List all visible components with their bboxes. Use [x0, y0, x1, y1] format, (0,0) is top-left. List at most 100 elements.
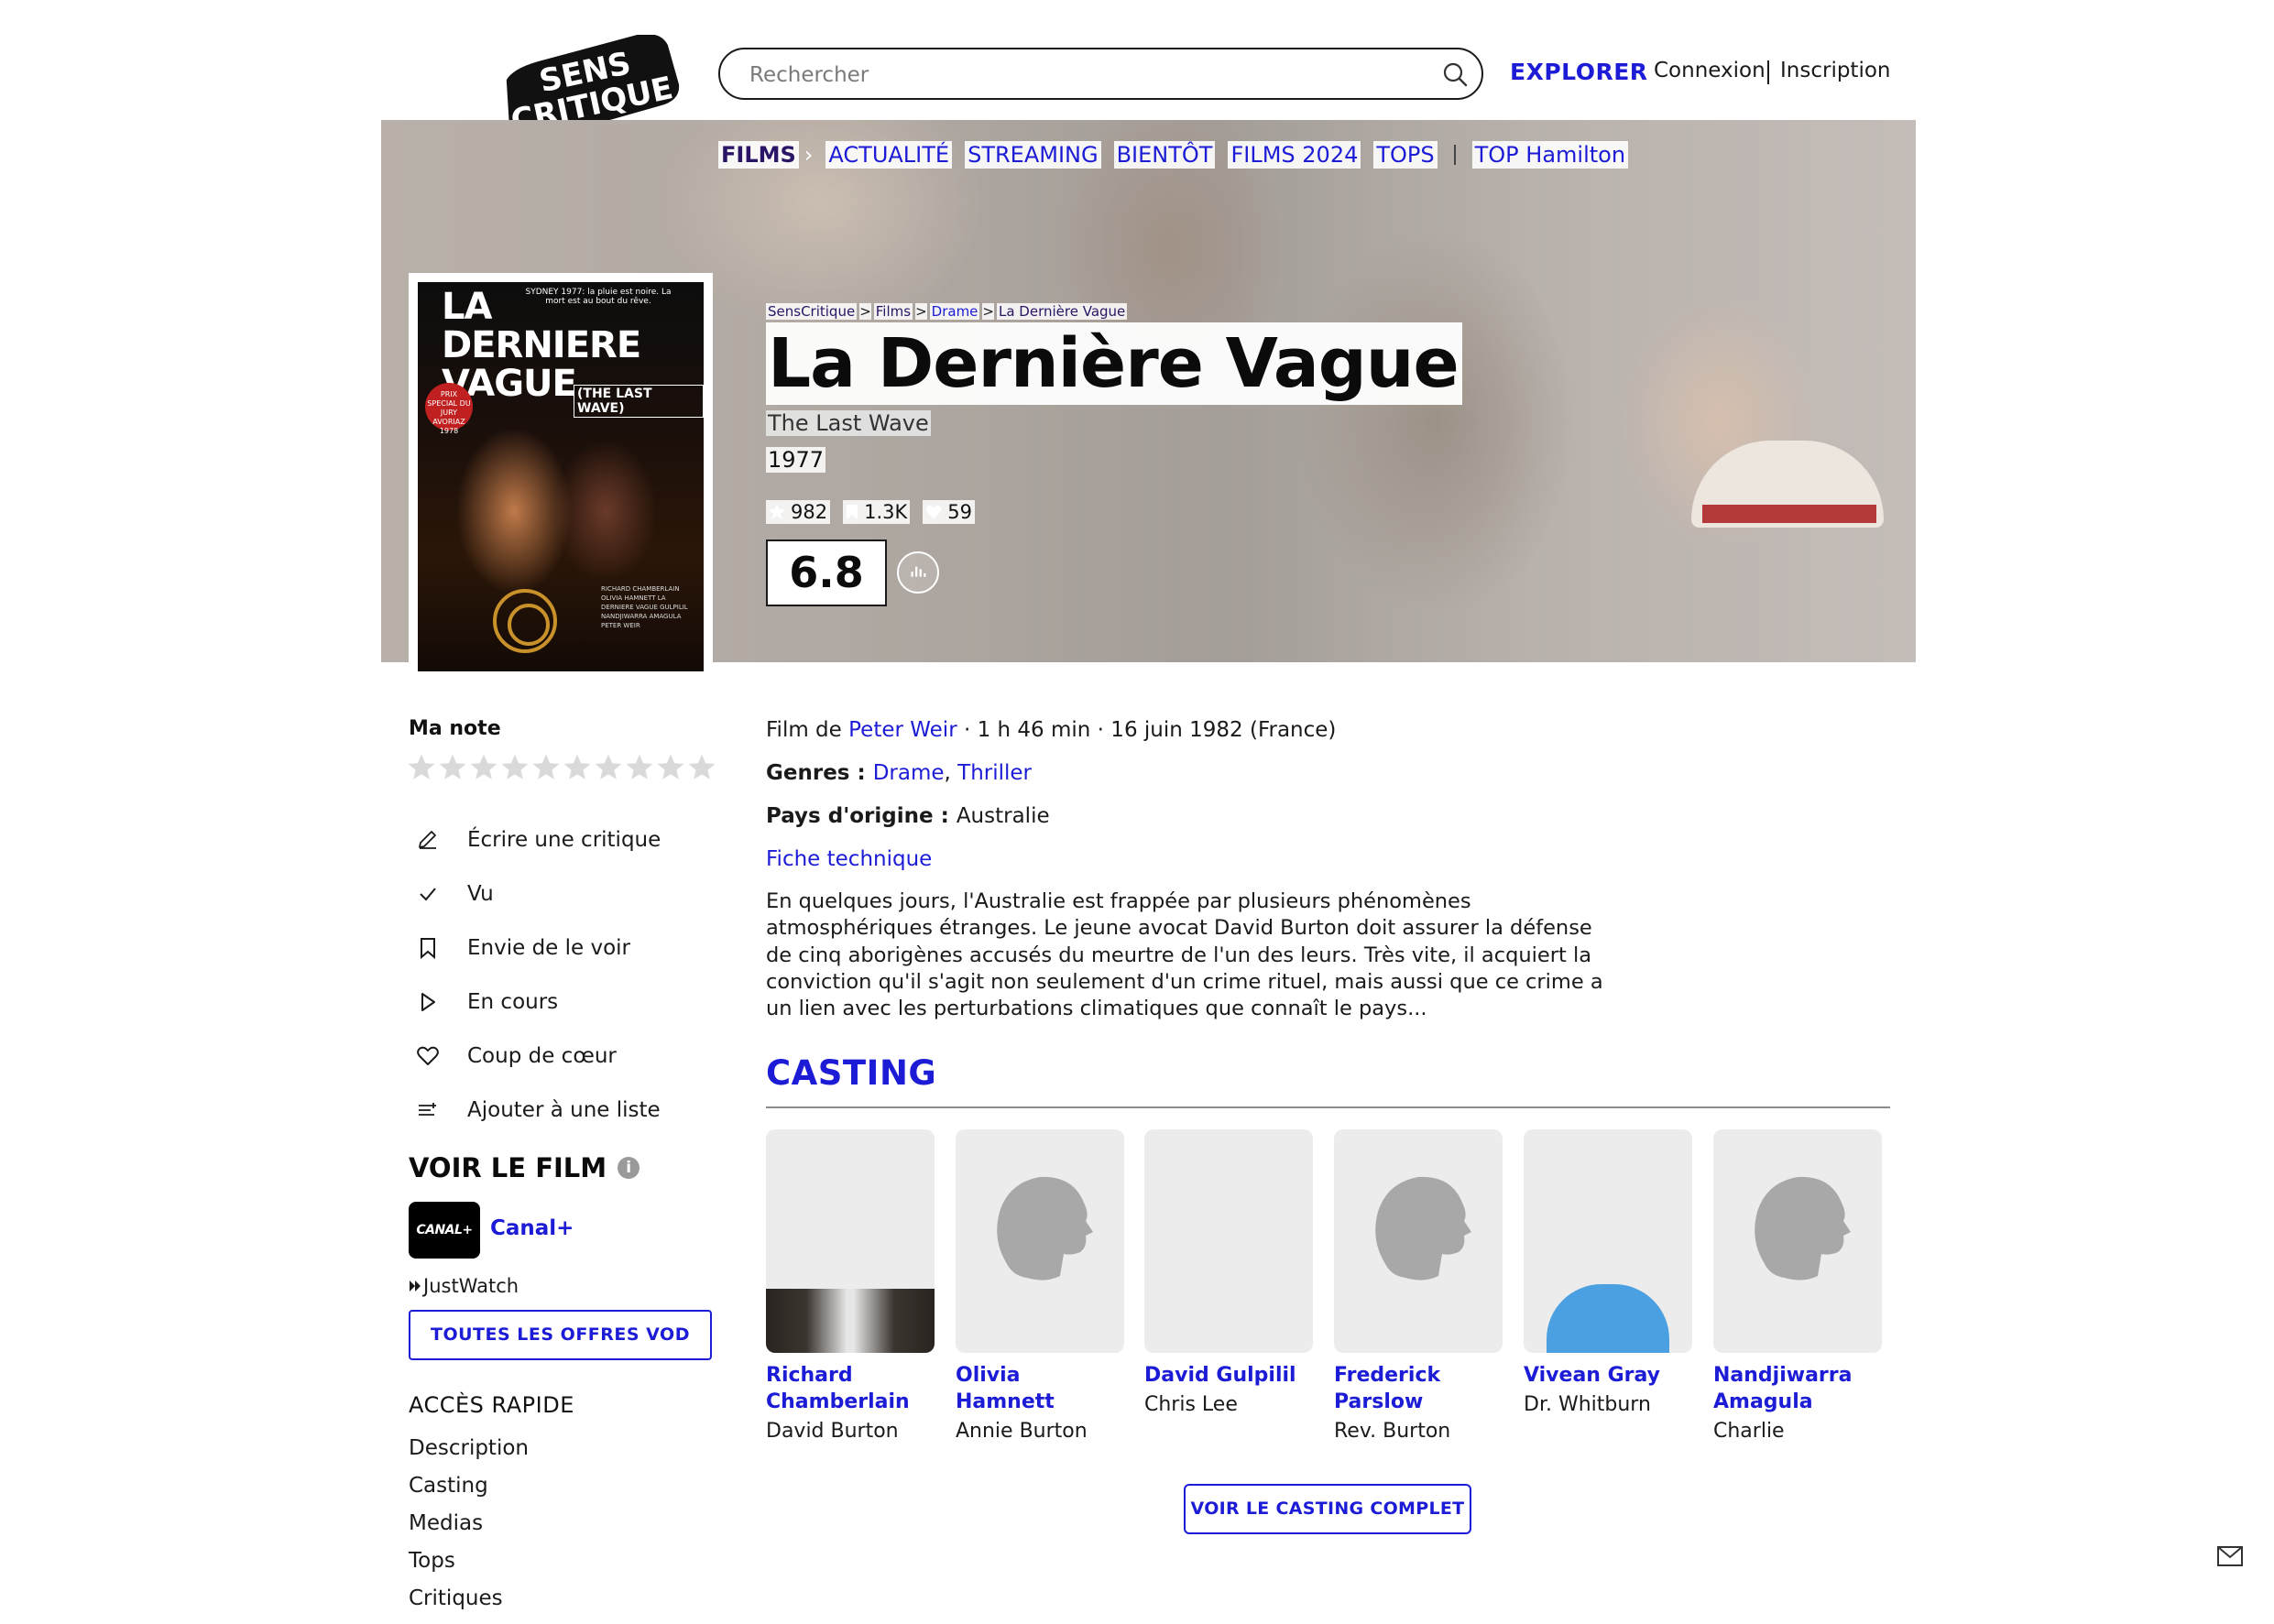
star-icon — [769, 504, 785, 520]
poster-title-line1: LA — [442, 286, 492, 328]
favorite-action[interactable]: Coup de cœur — [412, 1029, 661, 1083]
director-link[interactable]: Peter Weir — [848, 718, 957, 742]
rating-star-icon[interactable] — [531, 753, 563, 784]
favorites-count[interactable]: 59 — [923, 500, 975, 524]
cast-photo[interactable] — [1144, 1129, 1313, 1353]
login-link[interactable]: Connexion — [1654, 59, 1766, 82]
cast-photo[interactable] — [1524, 1129, 1692, 1353]
breadcrumb-current[interactable]: La Dernière Vague — [996, 303, 1128, 320]
wishlist-action[interactable]: Envie de le voir — [412, 921, 661, 975]
quick-access-list: Description Casting Medias Tops Critique… — [409, 1436, 529, 1624]
cast-card[interactable]: Richard Chamberlain David Burton — [766, 1129, 935, 1444]
rating-star-icon[interactable] — [656, 753, 687, 784]
breadcrumb-senscritique[interactable]: SensCritique — [766, 303, 858, 320]
search-input[interactable] — [748, 49, 1411, 100]
wishlist-label: Envie de le voir — [467, 935, 631, 960]
genre-drame-link[interactable]: Drame — [873, 761, 945, 785]
nav-tops[interactable]: TOPS — [1373, 141, 1438, 169]
quick-link-medias[interactable]: Medias — [409, 1511, 483, 1535]
quick-link-tops[interactable]: Tops — [409, 1549, 455, 1573]
write-review-action[interactable]: Écrire une critique — [412, 812, 661, 866]
in-progress-label: En cours — [467, 989, 559, 1014]
cast-card[interactable]: Nandjiwarra Amagula Charlie — [1713, 1129, 1882, 1444]
nav-streaming[interactable]: STREAMING — [965, 141, 1101, 169]
explorer-link[interactable]: EXPLORER — [1510, 59, 1648, 85]
search-icon[interactable] — [1441, 60, 1469, 88]
breadcrumb: SensCritique > Films > Drame > La Derniè… — [766, 303, 1128, 320]
technical-sheet-link[interactable]: Fiche technique — [766, 847, 932, 871]
breadcrumb-drame[interactable]: Drame — [929, 303, 980, 320]
cast-name[interactable]: Olivia Hamnett — [956, 1362, 1124, 1415]
rating-star-icon[interactable] — [469, 753, 500, 784]
breadcrumb-separator: > — [915, 303, 927, 320]
nav-films[interactable]: FILMS — [718, 141, 799, 169]
cast-name[interactable]: Frederick Parslow — [1334, 1362, 1503, 1415]
score-distribution-icon[interactable] — [897, 551, 939, 594]
quick-link-description[interactable]: Description — [409, 1436, 529, 1460]
search-bar[interactable] — [718, 48, 1483, 100]
signup-link[interactable]: Inscription — [1780, 59, 1891, 82]
in-progress-action[interactable]: En cours — [412, 975, 661, 1029]
cast-card[interactable]: David Gulpilil Chris Lee — [1144, 1129, 1313, 1418]
genre-thriller-link[interactable]: Thriller — [957, 761, 1032, 785]
add-to-list-label: Ajouter à une liste — [467, 1097, 661, 1122]
ratings-count[interactable]: 982 — [766, 500, 831, 524]
add-to-list-action[interactable]: Ajouter à une liste — [412, 1083, 661, 1137]
cast-role: Chris Lee — [1144, 1393, 1238, 1416]
ratings-count-value: 982 — [791, 501, 828, 523]
nav-bientot[interactable]: BIENTÔT — [1113, 141, 1216, 169]
rating-star-icon[interactable] — [625, 753, 656, 784]
play-icon — [421, 992, 435, 1011]
wishlist-count[interactable]: 1.3K — [843, 500, 911, 524]
film-info-prefix: Film de — [766, 718, 849, 742]
nav-actualite[interactable]: ACTUALITÉ — [825, 141, 953, 169]
cast-card[interactable]: Olivia Hamnett Annie Burton — [956, 1129, 1124, 1444]
nav-divider — [1453, 145, 1456, 165]
full-casting-button[interactable]: VOIR LE CASTING COMPLET — [1184, 1484, 1471, 1534]
cast-name[interactable]: Vivean Gray — [1524, 1362, 1692, 1389]
cast-name[interactable]: Richard Chamberlain — [766, 1362, 935, 1415]
poster-spiral-symbol — [493, 589, 557, 653]
cast-card[interactable]: Vivean Gray Dr. Whitburn — [1524, 1129, 1692, 1418]
cast-name[interactable]: David Gulpilil — [1144, 1362, 1313, 1389]
provider-link[interactable]: Canal+ — [490, 1216, 574, 1240]
canal-plus-logo[interactable]: CANAL+ — [409, 1202, 480, 1259]
cast-card[interactable]: Frederick Parslow Rev. Burton — [1334, 1129, 1503, 1444]
quick-link-casting[interactable]: Casting — [409, 1474, 488, 1498]
all-vod-offers-button[interactable]: TOUTES LES OFFRES VOD — [409, 1310, 712, 1360]
cast-name[interactable]: Nandjiwarra Amagula — [1713, 1362, 1882, 1415]
movie-poster[interactable]: SYDNEY 1977: la pluie est noire. La mort… — [409, 273, 713, 681]
rating-star-icon[interactable] — [438, 753, 469, 784]
nav-top-hamilton[interactable]: TOP Hamilton — [1471, 141, 1629, 169]
casting-heading: CASTING — [766, 1053, 937, 1093]
bookmark-icon — [847, 505, 858, 519]
cast-photo-placeholder[interactable] — [956, 1129, 1124, 1353]
cast-role: Charlie — [1713, 1420, 1785, 1443]
justwatch-logo[interactable]: JustWatch — [409, 1275, 519, 1297]
poster-award-badge: PRIX SPECIAL DU JURY AVORIAZ 1978 — [425, 383, 473, 435]
header-divider — [1767, 60, 1769, 84]
mail-icon[interactable] — [2216, 1544, 2244, 1568]
nav-films-2024[interactable]: FILMS 2024 — [1228, 141, 1361, 169]
cast-photo-placeholder[interactable] — [1334, 1129, 1503, 1353]
info-icon[interactable]: i — [618, 1157, 640, 1179]
seen-action[interactable]: Vu — [412, 866, 661, 921]
quick-link-critiques[interactable]: Critiques — [409, 1586, 503, 1610]
rating-star-icon[interactable] — [407, 753, 438, 784]
rating-star-icon[interactable] — [687, 753, 718, 784]
quick-access-title: ACCÈS RAPIDE — [409, 1392, 574, 1418]
check-icon — [420, 887, 436, 900]
breadcrumb-films[interactable]: Films — [873, 303, 913, 320]
casting-divider — [766, 1106, 1890, 1108]
country-value: Australie — [956, 804, 1050, 828]
rating-star-icon[interactable] — [563, 753, 594, 784]
my-rating-stars[interactable] — [407, 753, 718, 784]
genre-separator: , — [944, 761, 958, 785]
banner-hat-band — [1702, 505, 1876, 523]
watch-section-label: VOIR LE FILM — [409, 1152, 607, 1183]
rating-star-icon[interactable] — [594, 753, 625, 784]
cast-photo[interactable] — [766, 1129, 935, 1353]
chevron-right-icon: › — [804, 142, 814, 168]
cast-photo-placeholder[interactable] — [1713, 1129, 1882, 1353]
rating-star-icon[interactable] — [500, 753, 531, 784]
